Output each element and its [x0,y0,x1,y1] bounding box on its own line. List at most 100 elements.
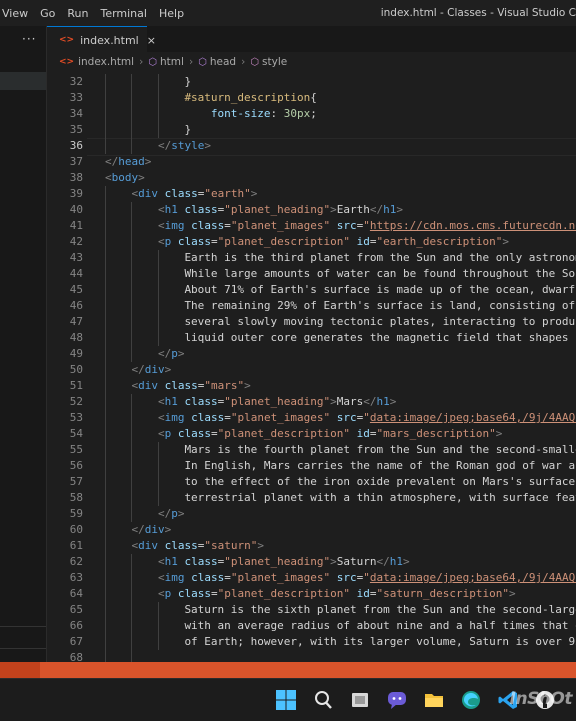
breadcrumb-head[interactable]: head [210,56,236,68]
line-number: 32 [69,75,83,88]
code-line[interactable]: 68 [47,650,576,662]
editor-tabs: <> index.html × [47,26,576,53]
search-icon[interactable] [312,689,334,711]
code-text: <div class="earth"> [131,186,257,202]
menu-item-run[interactable]: Run [61,7,94,20]
code-token: > [204,139,211,152]
code-line[interactable]: 47 several slowly moving tectonic plates,… [47,314,576,330]
line-number: 46 [69,299,83,312]
code-line[interactable]: 51 <div class="mars"> [47,378,576,394]
menu-item-go[interactable]: Go [34,7,61,20]
code-line[interactable]: 48 liquid outer core generates the magnet… [47,330,576,346]
code-line[interactable]: 59 </p> [47,506,576,522]
code-line[interactable]: 49 </p> [47,346,576,362]
line-number: 54 [69,427,83,440]
code-token: </ [369,203,384,216]
code-line[interactable]: 58 terrestrial planet with a thin atmosph… [47,490,576,506]
code-line[interactable]: 37 </head> [47,154,576,170]
line-number: 52 [69,395,83,408]
code-token: </ [363,395,377,408]
code-line[interactable]: 62 <h1 class="planet_heading">Saturn</h1> [47,554,576,570]
code-text: About 71% of Earth's surface is made up … [184,282,576,298]
file-explorer-icon[interactable] [423,689,445,711]
remote-indicator[interactable] [0,662,40,678]
code-line[interactable]: 67 of Earth; however, with its larger vol… [47,634,576,650]
code-line[interactable]: 55 Mars is the fourth planet from the Sun… [47,442,576,458]
code-token: "planet_heading" [224,395,331,408]
menu-bar: View Go Run Terminal Help [0,0,190,26]
more-actions-icon[interactable]: ··· [22,32,36,46]
code-line[interactable]: 56 In English, Mars carries the name of t… [47,458,576,474]
code-token: of Earth; however, with its larger volum… [184,635,576,648]
code-line[interactable]: 54 <p class="planet_description" id="mars… [47,426,576,442]
code-line[interactable]: 63 <img class="planet_images" src="data:i… [47,570,576,586]
code-line[interactable]: 35} [47,122,576,138]
close-icon[interactable]: × [147,34,156,47]
code-line[interactable]: 43 Earth is the third planet from the Sun… [47,250,576,266]
line-number: 59 [69,507,83,520]
code-token: } [184,75,192,88]
code-token: div [144,523,165,536]
code-token: "planet_images" [230,571,331,584]
code-line[interactable]: 52 <h1 class="planet_heading">Mars</h1> [47,394,576,410]
code-line[interactable]: 42 <p class="planet_description" id="eart… [47,234,576,250]
code-line[interactable]: 34 font-size: 30px; [47,106,576,122]
code-token: > [257,539,264,552]
breadcrumb-html[interactable]: html [160,56,184,68]
code-token: > [502,235,509,248]
code-token: liquid outer core generates the magnetic… [184,331,576,344]
code-line[interactable]: 39 <div class="earth"> [47,186,576,202]
code-line[interactable]: 60 </div> [47,522,576,538]
code-line[interactable]: 64 <p class="planet_description" id="satu… [47,586,576,602]
code-line[interactable]: 53 <img class="planet_images" src="data:i… [47,410,576,426]
code-line[interactable]: 41 <img class="planet_images" src="https:… [47,218,576,234]
code-line[interactable]: 57 to the effect of the iron oxide preval… [47,474,576,490]
menu-item-view[interactable]: View [0,7,34,20]
code-line[interactable]: 38 <body> [47,170,576,186]
code-line[interactable]: 61 <div class="saturn"> [47,538,576,554]
code-line[interactable]: 46 The remaining 29% of Earth's surface i… [47,298,576,314]
code-line[interactable]: 36 </style> [47,138,576,154]
code-text: <h1 class="planet_heading">Mars</h1> [158,394,396,410]
taskbar: InShOt [0,678,576,721]
task-view-icon[interactable] [349,689,371,711]
windows-start-icon[interactable] [275,689,297,711]
code-editor[interactable]: 32} 33 #saturn_description{34 font-size: 30… [47,72,576,662]
code-token: < [157,395,165,408]
menu-item-help[interactable]: Help [153,7,190,20]
code-token: > [389,395,397,408]
code-line[interactable]: 33 #saturn_description{ [47,90,576,106]
breadcrumb-style[interactable]: style [262,56,287,68]
code-line[interactable]: 40 <h1 class="planet_heading">Earth</h1> [47,202,576,218]
code-token: "planet_heading" [224,555,331,568]
code-line[interactable]: 32} [47,74,576,90]
menu-item-terminal[interactable]: Terminal [94,7,153,20]
sidebar-selected-item[interactable] [0,72,46,90]
code-token: data:image/jpeg;base64,/9j/4AAQSkZ [369,411,576,424]
code-token: > [177,347,185,360]
code-text: of Earth; however, with its larger volum… [184,634,576,650]
code-text: </p> [158,346,185,362]
code-line[interactable]: 50 </div> [47,362,576,378]
edge-icon[interactable] [460,689,482,711]
chat-icon[interactable] [386,689,408,711]
code-token: Saturn is the sixth planet from the Sun … [184,603,576,616]
sidebar-divider [0,648,46,649]
tab-index-html[interactable]: <> index.html × [47,26,156,53]
line-number: 36 [69,139,83,152]
code-token: #saturn_description [184,91,311,104]
breadcrumb-file[interactable]: index.html [78,56,134,68]
code-line[interactable]: 44 While large amounts of water can be fo… [47,266,576,282]
code-line[interactable]: 45 About 71% of Earth's surface is made u… [47,282,576,298]
code-line[interactable]: 65 Saturn is the sixth planet from the Su… [47,602,576,618]
code-line[interactable]: 66 with an average radius of about nine a… [47,618,576,634]
line-number: 43 [69,251,83,264]
code-token: class [177,235,211,248]
window-title: index.html - Classes - Visual Studio C [380,7,576,19]
code-token: Saturn [336,555,377,568]
code-text: to the effect of the iron oxide prevalen… [184,474,576,490]
code-text: terrestrial planet with a thin atmospher… [184,490,576,506]
